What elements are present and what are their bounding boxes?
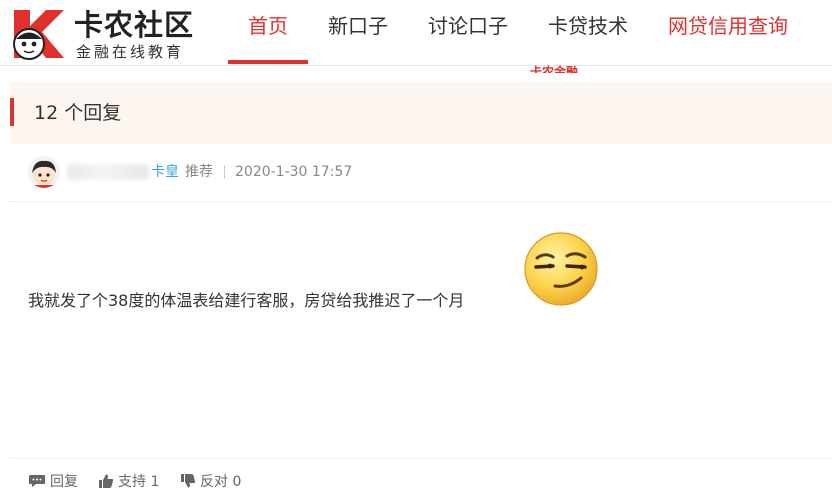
clipped-banner-text: 卡农金融 [530,65,579,73]
reply-button[interactable]: 回复 [28,471,78,491]
reply-count-bar: 12 个回复 [10,82,832,144]
reply-count: 12 个回复 [34,102,122,124]
user-title-tag[interactable]: 卡皇 [151,162,179,182]
nav-item-new-loans[interactable]: 新口子 [308,0,408,66]
thumbs-down-icon [181,474,196,488]
logo-mark-icon [13,10,64,60]
accent-bar [10,98,14,126]
nav-item-home[interactable]: 首页 [228,0,308,66]
support-label: 支持 1 [118,474,160,490]
comment-icon [29,475,45,487]
nav-item-card-loan-tech[interactable]: 卡贷技术 [528,0,648,66]
post-meta: 卡皇 推荐 2020-1-30 17:57 [10,144,832,202]
logo-subtitle: 金融在线教育 [76,43,185,61]
main-nav: 首页 新口子 讨论口子 卡贷技术 网贷信用查询 [228,0,808,66]
reply-label: 回复 [50,474,78,490]
post-timestamp: 2020-1-30 17:57 [235,164,353,180]
username-blurred[interactable] [67,164,149,180]
nav-item-credit-query[interactable]: 网贷信用查询 [648,0,808,66]
post-text: 我就发了个38度的体温表给建行客服，房贷给我推迟了一个月 [28,291,465,310]
post-content: 我就发了个38度的体温表给建行客服，房贷给我推迟了一个月 [10,203,832,458]
recommend-label[interactable]: 推荐 [185,162,213,182]
post-actions: 回复 支持 1 反对 0 [10,458,832,502]
oppose-label: 反对 0 [200,474,242,490]
avatar-face-icon [28,156,60,188]
avatar[interactable] [28,156,60,188]
support-button[interactable]: 支持 1 [98,471,159,491]
site-header: 卡农社区 金融在线教育 首页 新口子 讨论口子 卡贷技术 网贷信用查询 [0,0,832,66]
logo-title: 卡农社区 [74,8,195,42]
nav-item-discuss-loans[interactable]: 讨论口子 [408,0,528,66]
thumbs-up-icon [99,474,114,488]
site-logo[interactable]: 卡农社区 金融在线教育 [8,6,208,62]
meta-divider [224,165,225,179]
oppose-button[interactable]: 反对 0 [180,471,241,491]
emoji-smirk-icon [524,232,598,306]
